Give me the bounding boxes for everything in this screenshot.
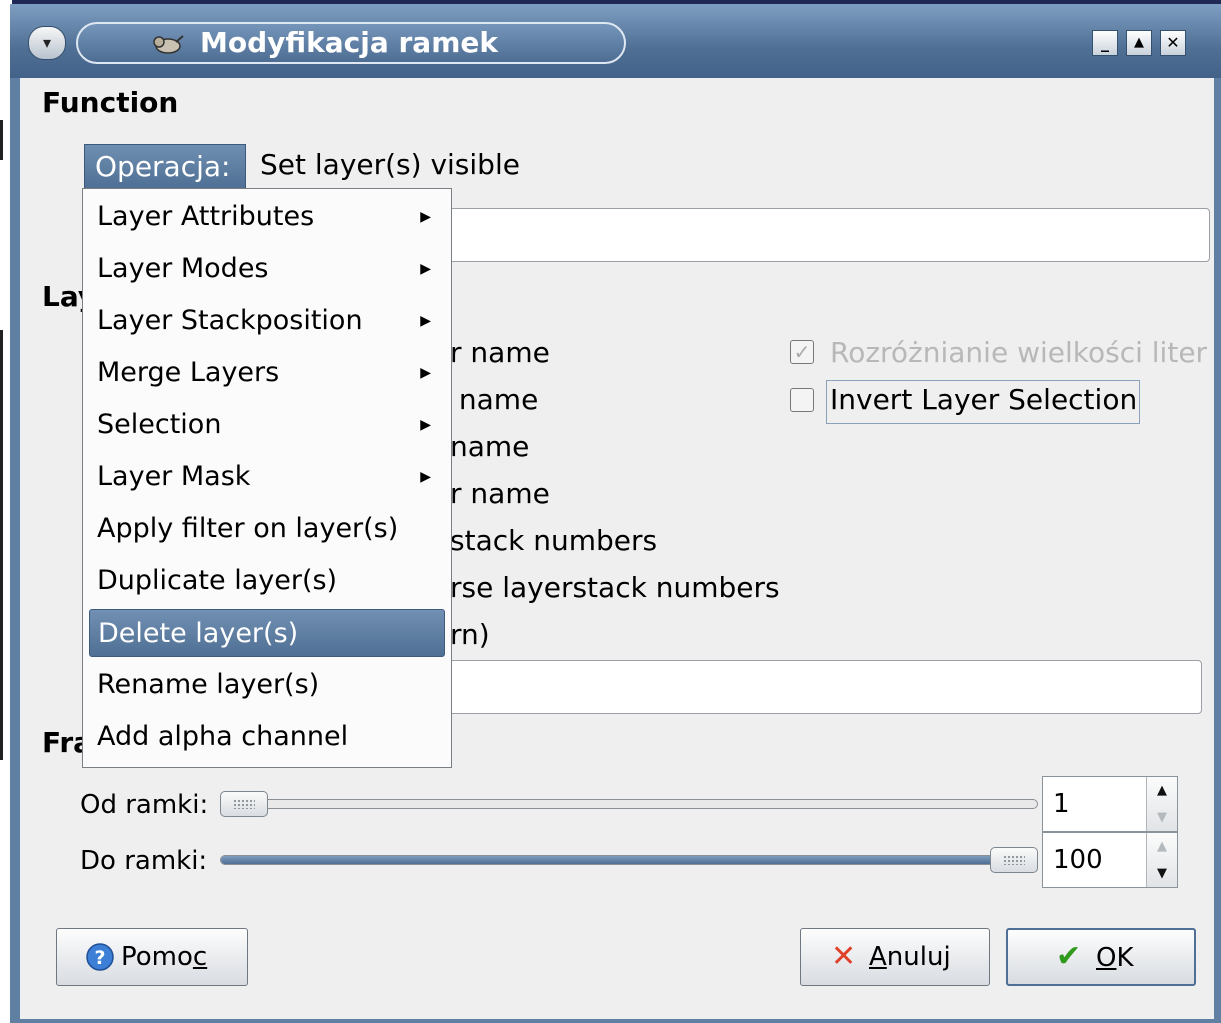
to-frame-spinbox[interactable]: 100 ▲ ▼ — [1042, 832, 1178, 888]
layer-option-7[interactable]: rn) — [450, 618, 490, 651]
window-menu-button[interactable]: ▾ — [28, 26, 66, 60]
case-sensitive-checkbox[interactable]: ✓ — [790, 340, 814, 364]
cancel-label-text: nuluj — [886, 942, 951, 972]
menu-item-selection[interactable]: Selection ▶ — [89, 401, 445, 449]
layer-option-4[interactable]: r name — [450, 477, 550, 510]
submenu-arrow-icon: ▶ — [420, 209, 431, 225]
help-button[interactable]: ? Pomoc — [56, 928, 248, 986]
from-frame-value[interactable]: 1 — [1053, 777, 1070, 831]
spin-down-icon[interactable]: ▼ — [1147, 804, 1177, 831]
menu-item-delete-layers[interactable]: Delete layer(s) — [89, 609, 445, 657]
help-label-mnemonic: c — [192, 942, 208, 972]
case-sensitive-label: Rozróżnianie wielkości liter — [830, 336, 1208, 369]
menu-item-rename-layers[interactable]: Rename layer(s) — [89, 661, 445, 709]
spin-up-icon[interactable]: ▲ — [1147, 833, 1177, 860]
window-menu-icon: ▾ — [42, 33, 52, 52]
layer-option-1[interactable]: r name — [450, 336, 550, 369]
invert-selection-label[interactable]: Invert Layer Selection — [830, 383, 1137, 416]
operation-menu: Layer Attributes ▶ Layer Modes ▶ Layer Sta… — [82, 188, 452, 768]
from-frame-slider-handle[interactable] — [220, 791, 268, 817]
to-frame-slider-handle[interactable] — [990, 847, 1038, 873]
operation-button[interactable]: Operacja: — [84, 144, 246, 190]
cancel-x-icon: ✕ — [831, 939, 857, 974]
submenu-arrow-icon: ▶ — [420, 365, 431, 381]
to-frame-spin-arrows[interactable]: ▲ ▼ — [1146, 833, 1177, 887]
dialog-window: ▾ Modyfikacja ramek _ ▲ ✕ Function Opera… — [10, 4, 1221, 1023]
close-button[interactable]: ✕ — [1160, 30, 1186, 56]
cancel-label-mnemonic: A — [869, 942, 887, 972]
menu-item-apply-filter[interactable]: Apply filter on layer(s) — [89, 505, 445, 553]
from-frame-spinbox[interactable]: 1 ▲ ▼ — [1042, 776, 1178, 832]
to-frame-slider-fill — [221, 856, 1015, 864]
checkmark-icon: ✓ — [793, 340, 811, 364]
to-frame-label: Do ramki: — [80, 846, 208, 876]
layer-option-6[interactable]: rse layerstack numbers — [450, 571, 780, 604]
layer-option-2[interactable]: name — [450, 383, 538, 416]
invert-selection-checkbox[interactable] — [790, 388, 814, 412]
window-title: Modyfikacja ramek — [200, 26, 498, 59]
to-frame-slider[interactable] — [220, 855, 1038, 865]
from-frame-spin-arrows[interactable]: ▲ ▼ — [1146, 777, 1177, 831]
dialog-body: Function Operacja: Set layer(s) visible … — [20, 78, 1214, 1019]
menu-item-layer-stackposition[interactable]: Layer Stackposition ▶ — [89, 297, 445, 345]
maximize-button[interactable]: ▲ — [1126, 30, 1152, 56]
close-icon: ✕ — [1166, 33, 1180, 52]
menu-item-layer-modes[interactable]: Layer Modes ▶ — [89, 245, 445, 293]
cancel-button[interactable]: ✕ Anuluj — [800, 928, 990, 986]
maximize-icon: ▲ — [1134, 35, 1144, 50]
ok-label-mnemonic: O — [1096, 943, 1117, 973]
layer-pattern-input[interactable] — [440, 660, 1202, 714]
submenu-arrow-icon: ▶ — [420, 417, 431, 433]
grip-icon — [1003, 855, 1025, 865]
ok-button[interactable]: ✔ OK — [1006, 928, 1196, 986]
minimize-icon: _ — [1101, 33, 1109, 52]
svg-text:?: ? — [94, 947, 105, 969]
menu-item-layer-mask[interactable]: Layer Mask ▶ — [89, 453, 445, 501]
layer-option-3[interactable]: name — [450, 430, 529, 463]
ok-label-text: K — [1116, 943, 1134, 973]
menu-item-layer-attributes[interactable]: Layer Attributes ▶ — [89, 193, 445, 241]
layer-option-5[interactable]: stack numbers — [450, 524, 657, 557]
gimp-app-icon — [153, 35, 184, 54]
title-bar[interactable]: ▾ Modyfikacja ramek _ ▲ ✕ — [10, 4, 1221, 78]
operation-value: Set layer(s) visible — [260, 148, 520, 181]
menu-item-duplicate-layers[interactable]: Duplicate layer(s) — [89, 557, 445, 605]
help-label-text: Pomo — [121, 942, 193, 972]
function-heading: Function — [42, 86, 179, 119]
to-frame-value[interactable]: 100 — [1053, 833, 1103, 887]
minimize-button[interactable]: _ — [1092, 30, 1118, 56]
spin-up-icon[interactable]: ▲ — [1147, 777, 1177, 804]
submenu-arrow-icon: ▶ — [420, 469, 431, 485]
operation-description-field[interactable] — [440, 208, 1210, 262]
menu-item-merge-layers[interactable]: Merge Layers ▶ — [89, 349, 445, 397]
submenu-arrow-icon: ▶ — [420, 313, 431, 329]
from-frame-slider[interactable] — [220, 799, 1038, 809]
spin-down-icon[interactable]: ▼ — [1147, 860, 1177, 887]
checkmark-icon: ✔ — [1056, 939, 1082, 974]
menu-item-add-alpha-channel[interactable]: Add alpha channel — [89, 713, 445, 761]
from-frame-label: Od ramki: — [80, 790, 209, 820]
help-icon: ? — [86, 943, 114, 971]
grip-icon — [233, 799, 255, 809]
submenu-arrow-icon: ▶ — [420, 261, 431, 277]
